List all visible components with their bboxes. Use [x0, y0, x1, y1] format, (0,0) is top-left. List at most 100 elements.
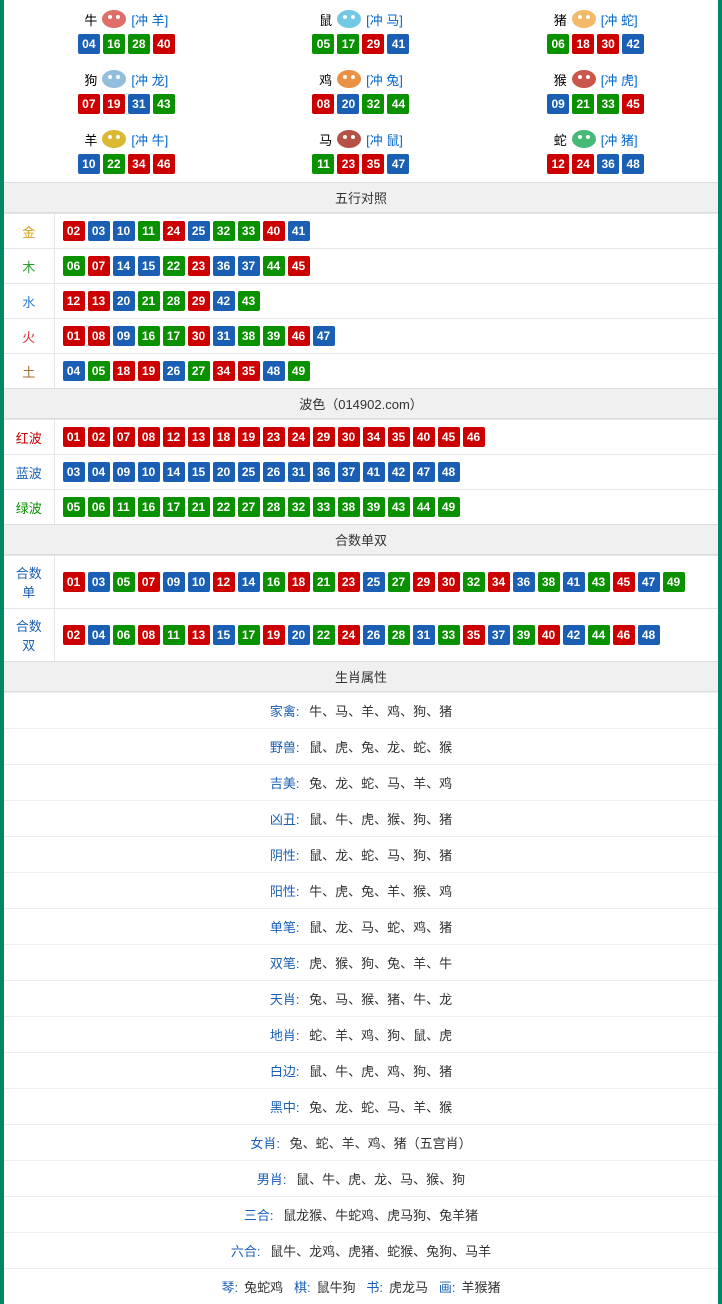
num-41: 41	[563, 572, 585, 592]
bottom-val: 羊猴猪	[462, 1280, 501, 1295]
zodiac-chong: [冲 马]	[366, 10, 403, 29]
num-44: 44	[413, 497, 435, 517]
num-20: 20	[213, 462, 235, 482]
zodiac-cell-鸡: 鸡 [冲 兔] 08203244	[247, 64, 476, 118]
attr-val: 牛、马、羊、鸡、狗、猪	[309, 704, 452, 719]
zodiac-icon	[569, 68, 599, 90]
num-28: 28	[128, 34, 150, 54]
num-37: 37	[238, 256, 260, 276]
num-42: 42	[388, 462, 410, 482]
num-03: 03	[88, 221, 110, 241]
attr-row: 吉美: 兔、龙、蛇、马、羊、鸡	[4, 764, 718, 800]
num-27: 27	[238, 497, 260, 517]
num-06: 06	[88, 497, 110, 517]
num-01: 01	[63, 326, 85, 346]
row-火: 火 0108091617303138394647	[4, 319, 718, 354]
zodiac-cell-鼠: 鼠 [冲 马] 05172941	[247, 4, 476, 58]
num-23: 23	[338, 572, 360, 592]
bottom-key: 棋:	[294, 1280, 311, 1295]
num-40: 40	[413, 427, 435, 447]
num-05: 05	[113, 572, 135, 592]
num-15: 15	[138, 256, 160, 276]
heshu-header: 合数单双	[4, 524, 718, 555]
num-43: 43	[588, 572, 610, 592]
num-07: 07	[138, 572, 160, 592]
attr-val: 虎、猴、狗、兔、羊、牛	[309, 956, 452, 971]
zodiac-name: 蛇	[554, 130, 567, 149]
num-04: 04	[88, 462, 110, 482]
attr-val: 鼠、牛、虎、龙、马、猴、狗	[296, 1172, 465, 1187]
attr-val: 鼠、虎、兔、龙、蛇、猴	[309, 740, 452, 755]
zodiac-cell-马: 马 [冲 鼠] 11233547	[247, 124, 476, 178]
num-19: 19	[263, 625, 285, 645]
num-39: 39	[363, 497, 385, 517]
num-08: 08	[88, 326, 110, 346]
attr-header: 生肖属性	[4, 661, 718, 692]
num-07: 07	[113, 427, 135, 447]
attr-key: 阳性:	[270, 884, 300, 899]
num-47: 47	[313, 326, 335, 346]
num-15: 15	[188, 462, 210, 482]
attr-val: 鼠、龙、马、蛇、鸡、猪	[309, 920, 452, 935]
num-18: 18	[288, 572, 310, 592]
zodiac-icon	[569, 128, 599, 150]
zodiac-icon	[569, 8, 599, 30]
num-36: 36	[313, 462, 335, 482]
num-03: 03	[63, 462, 85, 482]
zodiac-icon	[334, 128, 364, 150]
num-16: 16	[103, 34, 125, 54]
bottom-key: 画:	[439, 1280, 456, 1295]
num-39: 39	[513, 625, 535, 645]
num-17: 17	[163, 497, 185, 517]
num-37: 37	[338, 462, 360, 482]
row-蓝波: 蓝波 03040910141520252631363741424748	[4, 455, 718, 490]
row-label: 土	[4, 354, 54, 389]
num-29: 29	[362, 34, 384, 54]
num-47: 47	[413, 462, 435, 482]
num-37: 37	[488, 625, 510, 645]
num-12: 12	[547, 154, 569, 174]
num-22: 22	[103, 154, 125, 174]
num-46: 46	[288, 326, 310, 346]
num-42: 42	[563, 625, 585, 645]
num-20: 20	[337, 94, 359, 114]
num-17: 17	[163, 326, 185, 346]
num-29: 29	[188, 291, 210, 311]
num-05: 05	[312, 34, 334, 54]
num-11: 11	[163, 625, 185, 645]
num-45: 45	[288, 256, 310, 276]
zodiac-chong: [冲 牛]	[131, 130, 168, 149]
attr-row: 地肖: 蛇、羊、鸡、狗、鼠、虎	[4, 1016, 718, 1052]
attr-val: 兔、龙、蛇、马、羊、鸡	[309, 776, 452, 791]
num-34: 34	[128, 154, 150, 174]
row-合数双: 合数双 020406081113151719202224262831333537…	[4, 609, 718, 662]
num-48: 48	[622, 154, 644, 174]
num-23: 23	[188, 256, 210, 276]
zodiac-icon	[99, 128, 129, 150]
num-12: 12	[213, 572, 235, 592]
num-47: 47	[638, 572, 660, 592]
bottom-val: 兔蛇鸡	[244, 1280, 283, 1295]
num-13: 13	[188, 625, 210, 645]
attr-key: 天肖:	[270, 992, 300, 1007]
num-21: 21	[572, 94, 594, 114]
attr-list: 家禽: 牛、马、羊、鸡、狗、猪 野兽: 鼠、虎、兔、龙、蛇、猴 吉美: 兔、龙、…	[4, 692, 718, 1268]
num-11: 11	[138, 221, 160, 241]
attr-row: 单笔: 鼠、龙、马、蛇、鸡、猪	[4, 908, 718, 944]
num-06: 06	[63, 256, 85, 276]
num-02: 02	[63, 625, 85, 645]
attr-key: 家禽:	[270, 704, 300, 719]
num-35: 35	[388, 427, 410, 447]
row-绿波: 绿波 05061116172122272832333839434449	[4, 490, 718, 525]
num-34: 34	[363, 427, 385, 447]
num-38: 38	[338, 497, 360, 517]
attr-val: 鼠、龙、蛇、马、狗、猪	[309, 848, 452, 863]
row-label: 红波	[4, 420, 54, 455]
zodiac-cell-羊: 羊 [冲 牛] 10223446	[12, 124, 241, 178]
bottom-val: 虎龙马	[389, 1280, 428, 1295]
row-合数单: 合数单 010305070910121416182123252729303234…	[4, 556, 718, 609]
row-label: 金	[4, 214, 54, 249]
num-05: 05	[63, 497, 85, 517]
row-红波: 红波 0102070812131819232429303435404546	[4, 420, 718, 455]
num-10: 10	[188, 572, 210, 592]
